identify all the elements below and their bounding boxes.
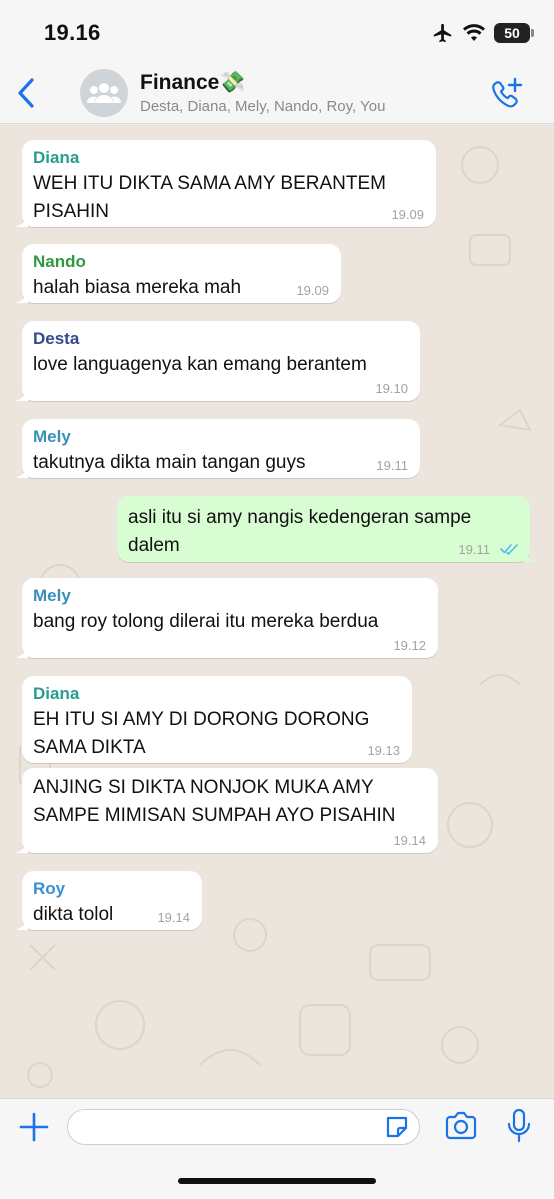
message-timestamp: 19.09 [296, 283, 329, 298]
chat-header: Finance💸 Desta, Diana, Mely, Nando, Roy,… [0, 62, 554, 124]
status-time: 19.16 [44, 20, 101, 45]
home-indicator [178, 1178, 376, 1184]
message-text: love languagenya kan emang berantem [33, 354, 367, 375]
outgoing-message-bubble[interactable]: asli itu si amy nangis kedengeran sampe … [117, 496, 538, 562]
chat-participants[interactable]: Desta, Diana, Mely, Nando, Roy, You [140, 98, 385, 115]
composer-bar [0, 1098, 554, 1199]
message-timestamp: 19.14 [157, 910, 190, 925]
bubble-tail [14, 644, 28, 658]
status-icons: 50 [432, 20, 534, 46]
chat-title[interactable]: Finance💸 [140, 71, 246, 95]
read-ticks-icon [500, 544, 518, 555]
incoming-message-bubble[interactable]: Roy dikta tolol 19.14 [14, 871, 202, 930]
message-timestamp: 19.10 [375, 381, 408, 396]
bubble-tail [14, 289, 28, 303]
bubble-tail [14, 213, 28, 227]
message-text: takutnya dikta main tangan guys [33, 452, 306, 473]
message-text: EH ITU SI AMY DI DORONG DORONG SAMA DIKT… [33, 709, 370, 758]
status-bar: 19.16 50 [0, 0, 554, 62]
message-sender[interactable]: Desta [33, 327, 408, 351]
incoming-message-bubble[interactable]: Desta love languagenya kan emang berantem… [14, 321, 420, 401]
message-text: WEH ITU DIKTA SAMA AMY BERANTEM PISAHIN [33, 173, 386, 222]
add-call-icon[interactable] [490, 77, 524, 109]
bubble-tail [524, 548, 538, 562]
message-sender[interactable]: Diana [33, 682, 400, 706]
airplane-icon [433, 23, 452, 43]
message-text: halah biasa mereka mah [33, 277, 242, 298]
incoming-message-bubble[interactable]: Diana EH ITU SI AMY DI DORONG DORONG SAMA… [22, 676, 412, 763]
incoming-message-bubble[interactable]: Nando halah biasa mereka mah 19.09 [14, 244, 341, 303]
incoming-message-bubble[interactable]: Mely bang roy tolong dilerai itu mereka b… [14, 578, 438, 658]
back-chevron-icon[interactable] [14, 76, 40, 110]
message-sender[interactable]: Diana [33, 146, 424, 170]
microphone-icon[interactable] [506, 1108, 532, 1144]
sticker-icon[interactable] [384, 1114, 410, 1140]
message-input[interactable] [67, 1109, 420, 1145]
group-avatar[interactable] [80, 69, 128, 117]
bubble-tail [14, 387, 28, 401]
bubble-tail [14, 464, 28, 478]
message-text: bang roy tolong dilerai itu mereka berdu… [33, 611, 379, 632]
bubble-tail [14, 916, 28, 930]
group-people-icon [87, 83, 121, 103]
message-sender[interactable]: Nando [33, 250, 329, 274]
message-timestamp: 19.11 [376, 458, 408, 473]
message-sender[interactable]: Roy [33, 877, 190, 901]
message-sender[interactable]: Mely [33, 425, 408, 449]
message-timestamp: 19.12 [393, 638, 426, 653]
wifi-icon [463, 24, 485, 41]
incoming-message-bubble[interactable]: Diana WEH ITU DIKTA SAMA AMY BERANTEM PIS… [14, 140, 436, 227]
incoming-message-bubble[interactable]: ANJING SI DIKTA NONJOK MUKA AMY SAMPE MI… [14, 768, 438, 853]
message-timestamp: 19.11 [458, 542, 490, 557]
camera-icon[interactable] [444, 1111, 478, 1141]
bubble-tail [14, 839, 28, 853]
message-sender[interactable]: Mely [33, 584, 426, 608]
incoming-message-bubble[interactable]: Mely takutnya dikta main tangan guys 19.11 [14, 419, 420, 478]
message-timestamp: 19.14 [393, 833, 426, 848]
plus-icon[interactable] [18, 1111, 50, 1143]
battery-indicator: 50 [494, 23, 534, 43]
message-timestamp: 19.09 [391, 207, 424, 222]
message-timestamp: 19.13 [367, 743, 400, 758]
message-text: ANJING SI DIKTA NONJOK MUKA AMY SAMPE MI… [33, 777, 396, 826]
